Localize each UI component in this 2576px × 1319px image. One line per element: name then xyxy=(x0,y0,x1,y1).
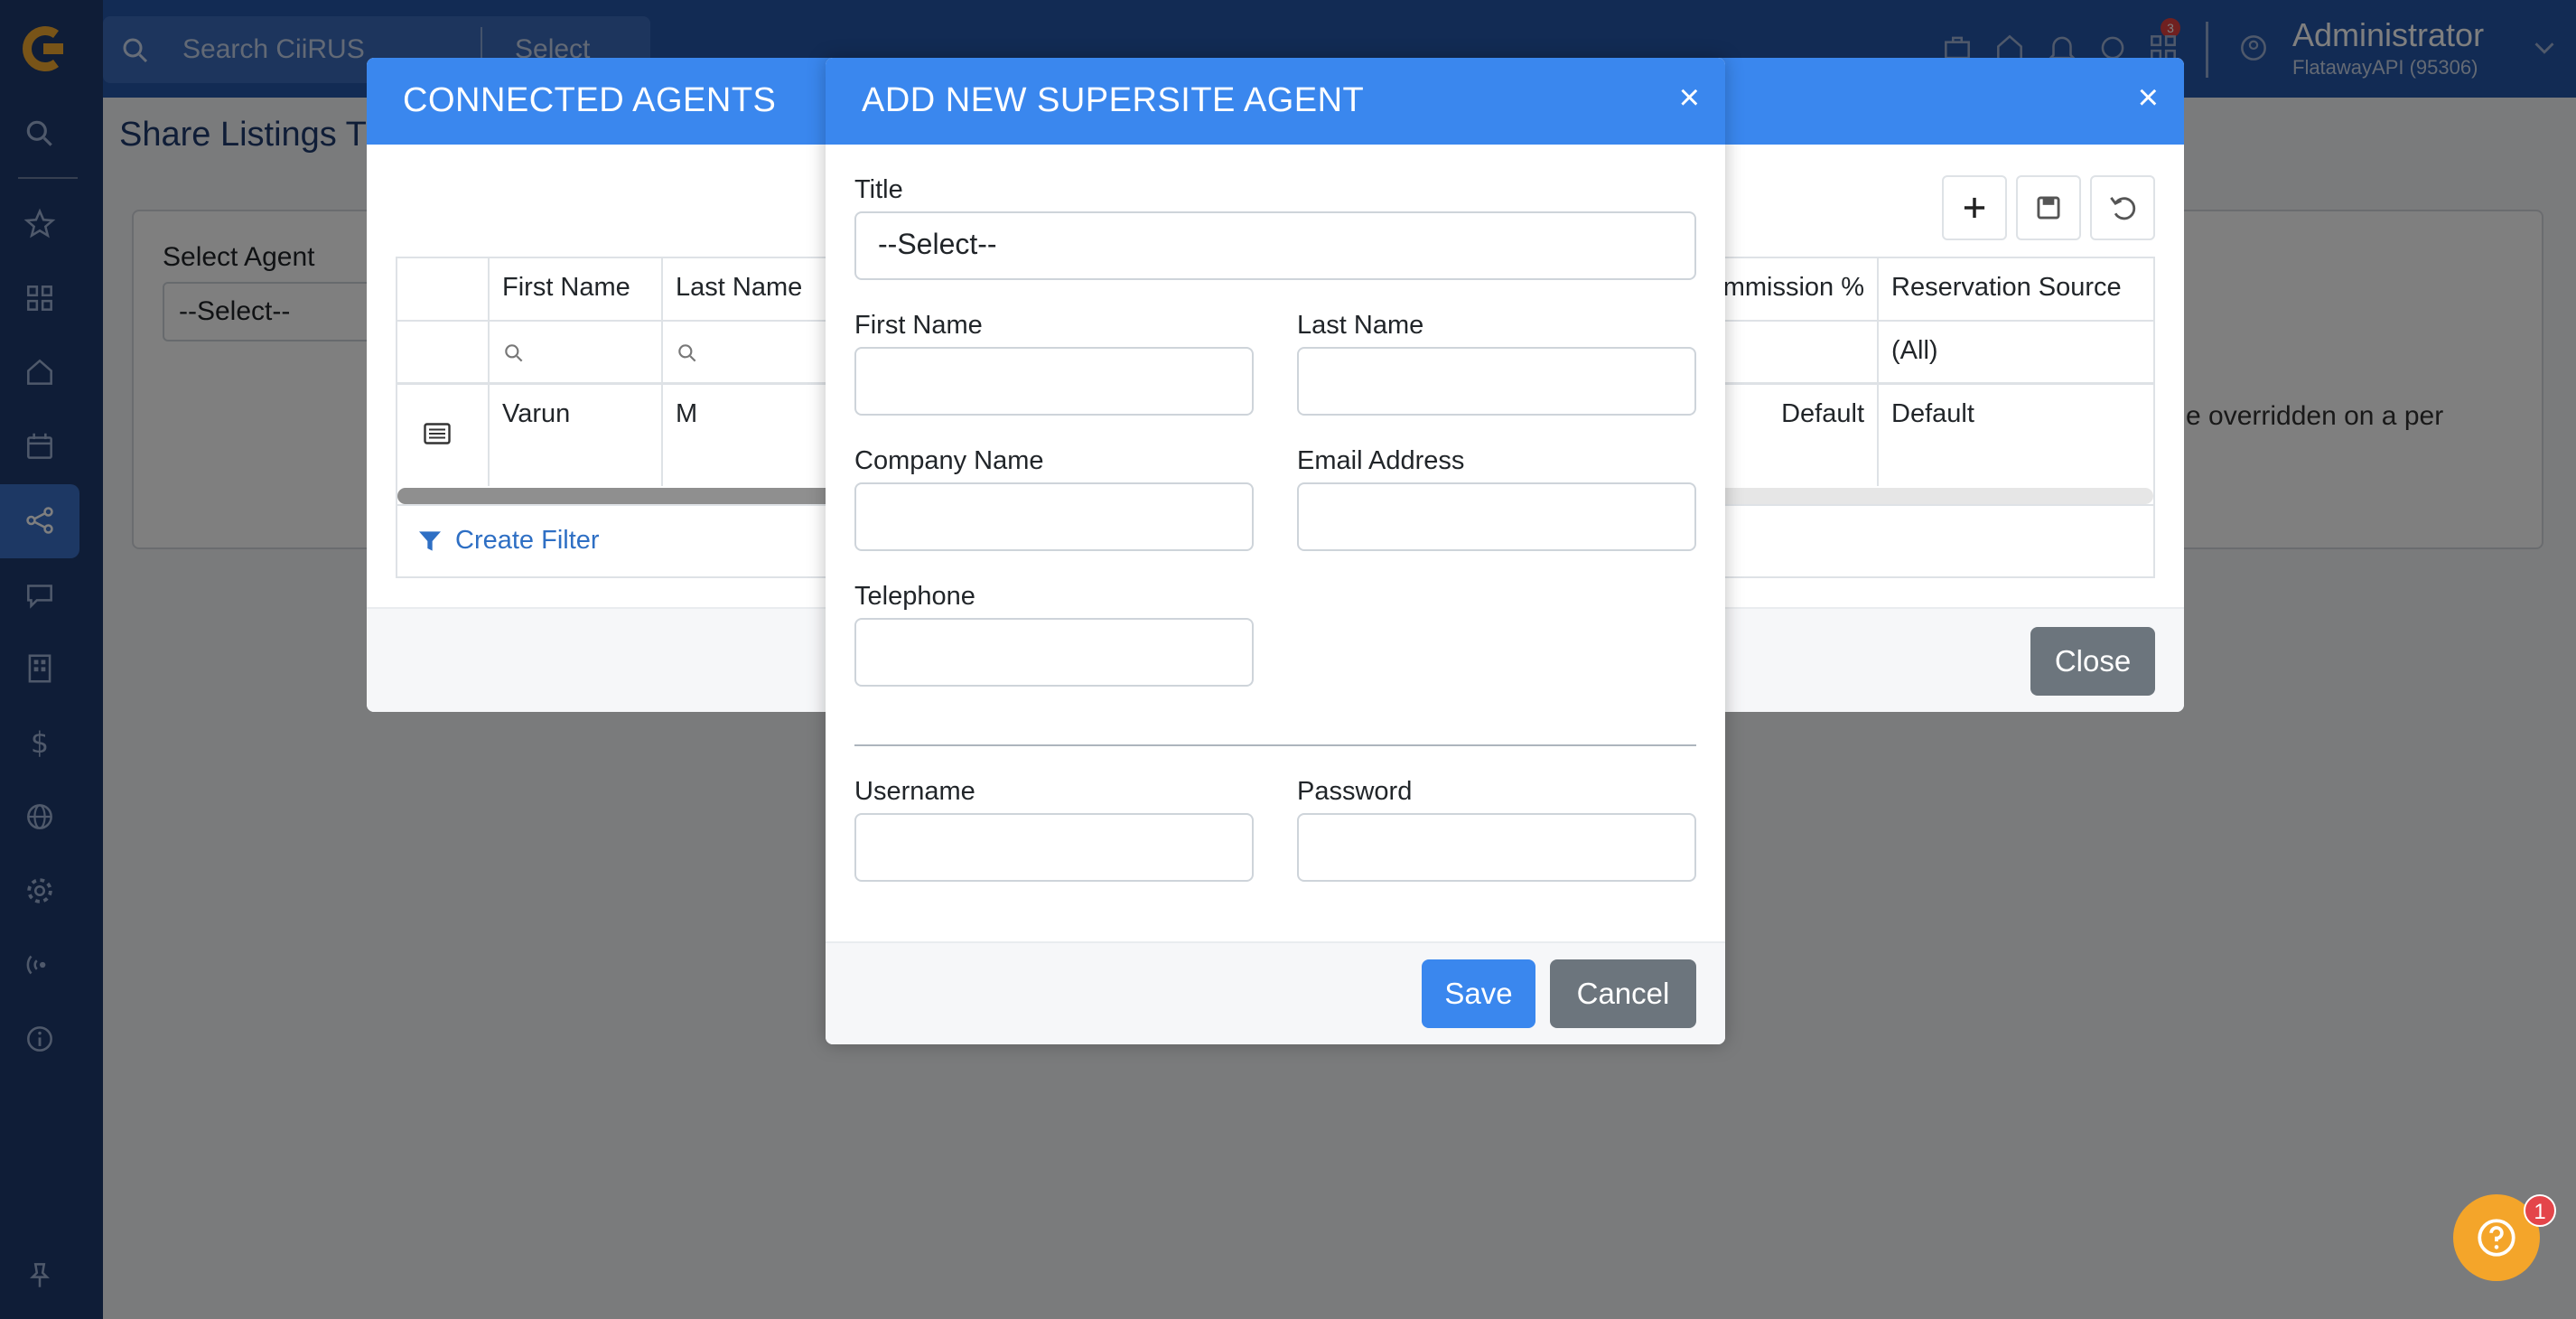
reset-layout-button[interactable] xyxy=(2090,175,2155,240)
filter-first-name[interactable] xyxy=(490,322,663,382)
grid-header-cell xyxy=(397,258,490,320)
connected-agents-title: CONNECTED AGENTS xyxy=(403,81,777,119)
save-button[interactable]: Save xyxy=(1422,959,1535,1028)
title-label: Title xyxy=(854,175,903,204)
form-divider xyxy=(854,744,1696,746)
add-agent-button[interactable] xyxy=(1942,175,2007,240)
create-filter-link[interactable]: Create Filter xyxy=(415,526,600,556)
password-field[interactable] xyxy=(1297,813,1696,882)
floppy-icon xyxy=(2037,196,2060,220)
undo-icon xyxy=(2110,197,2136,220)
last-name-label: Last Name xyxy=(1297,311,1424,340)
column-header-commission[interactable]: mmission % xyxy=(1698,258,1879,320)
close-icon[interactable]: × xyxy=(1679,78,1700,118)
add-agent-footer: Save Cancel xyxy=(826,941,1725,1044)
filter-commission[interactable] xyxy=(1698,322,1879,382)
filter-reservation-source[interactable]: (All) xyxy=(1879,322,2157,382)
email-address-label: Email Address xyxy=(1297,446,1465,475)
cell-first-name: Varun xyxy=(490,385,663,486)
first-name-field[interactable] xyxy=(854,347,1254,416)
plus-icon xyxy=(1964,197,1985,219)
username-label: Username xyxy=(854,777,975,806)
add-agent-title: ADD NEW SUPERSITE AGENT xyxy=(862,81,1365,119)
email-field[interactable] xyxy=(1297,482,1696,551)
password-label: Password xyxy=(1297,777,1413,806)
column-header-first-name[interactable]: First Name xyxy=(490,258,663,320)
company-name-field[interactable] xyxy=(854,482,1254,551)
telephone-field[interactable] xyxy=(854,618,1254,687)
close-button[interactable]: Close xyxy=(2030,627,2155,696)
row-details-button[interactable] xyxy=(397,385,490,486)
last-name-field[interactable] xyxy=(1297,347,1696,416)
first-name-label: First Name xyxy=(854,311,983,340)
cell-last-name: M xyxy=(663,385,844,486)
add-agent-modal: ADD NEW SUPERSITE AGENT × Title --Select… xyxy=(826,58,1725,1044)
filter-last-name[interactable] xyxy=(663,322,844,382)
title-select[interactable]: --Select-- xyxy=(854,211,1696,280)
company-name-label: Company Name xyxy=(854,446,1044,475)
search-icon xyxy=(678,344,696,362)
scrollbar-thumb[interactable] xyxy=(397,488,849,504)
column-header-reservation-source[interactable]: Reservation Source xyxy=(1879,258,2157,320)
question-icon xyxy=(2478,1219,2515,1257)
create-filter-label[interactable]: Create Filter xyxy=(455,526,600,556)
list-icon xyxy=(424,423,451,444)
close-icon[interactable]: × xyxy=(2138,78,2159,118)
grid-filter-cell xyxy=(397,322,490,382)
cell-commission: Default xyxy=(1698,385,1879,486)
telephone-label: Telephone xyxy=(854,582,975,611)
funnel-icon xyxy=(419,530,441,551)
add-agent-header: ADD NEW SUPERSITE AGENT × xyxy=(826,58,1725,145)
help-badge: 1 xyxy=(2524,1194,2556,1227)
cancel-button[interactable]: Cancel xyxy=(1550,959,1696,1028)
cell-reservation-source: Default xyxy=(1891,399,1974,428)
save-layout-button[interactable] xyxy=(2016,175,2081,240)
search-icon xyxy=(505,344,523,362)
column-header-last-name[interactable]: Last Name xyxy=(663,258,844,320)
username-field[interactable] xyxy=(854,813,1254,882)
